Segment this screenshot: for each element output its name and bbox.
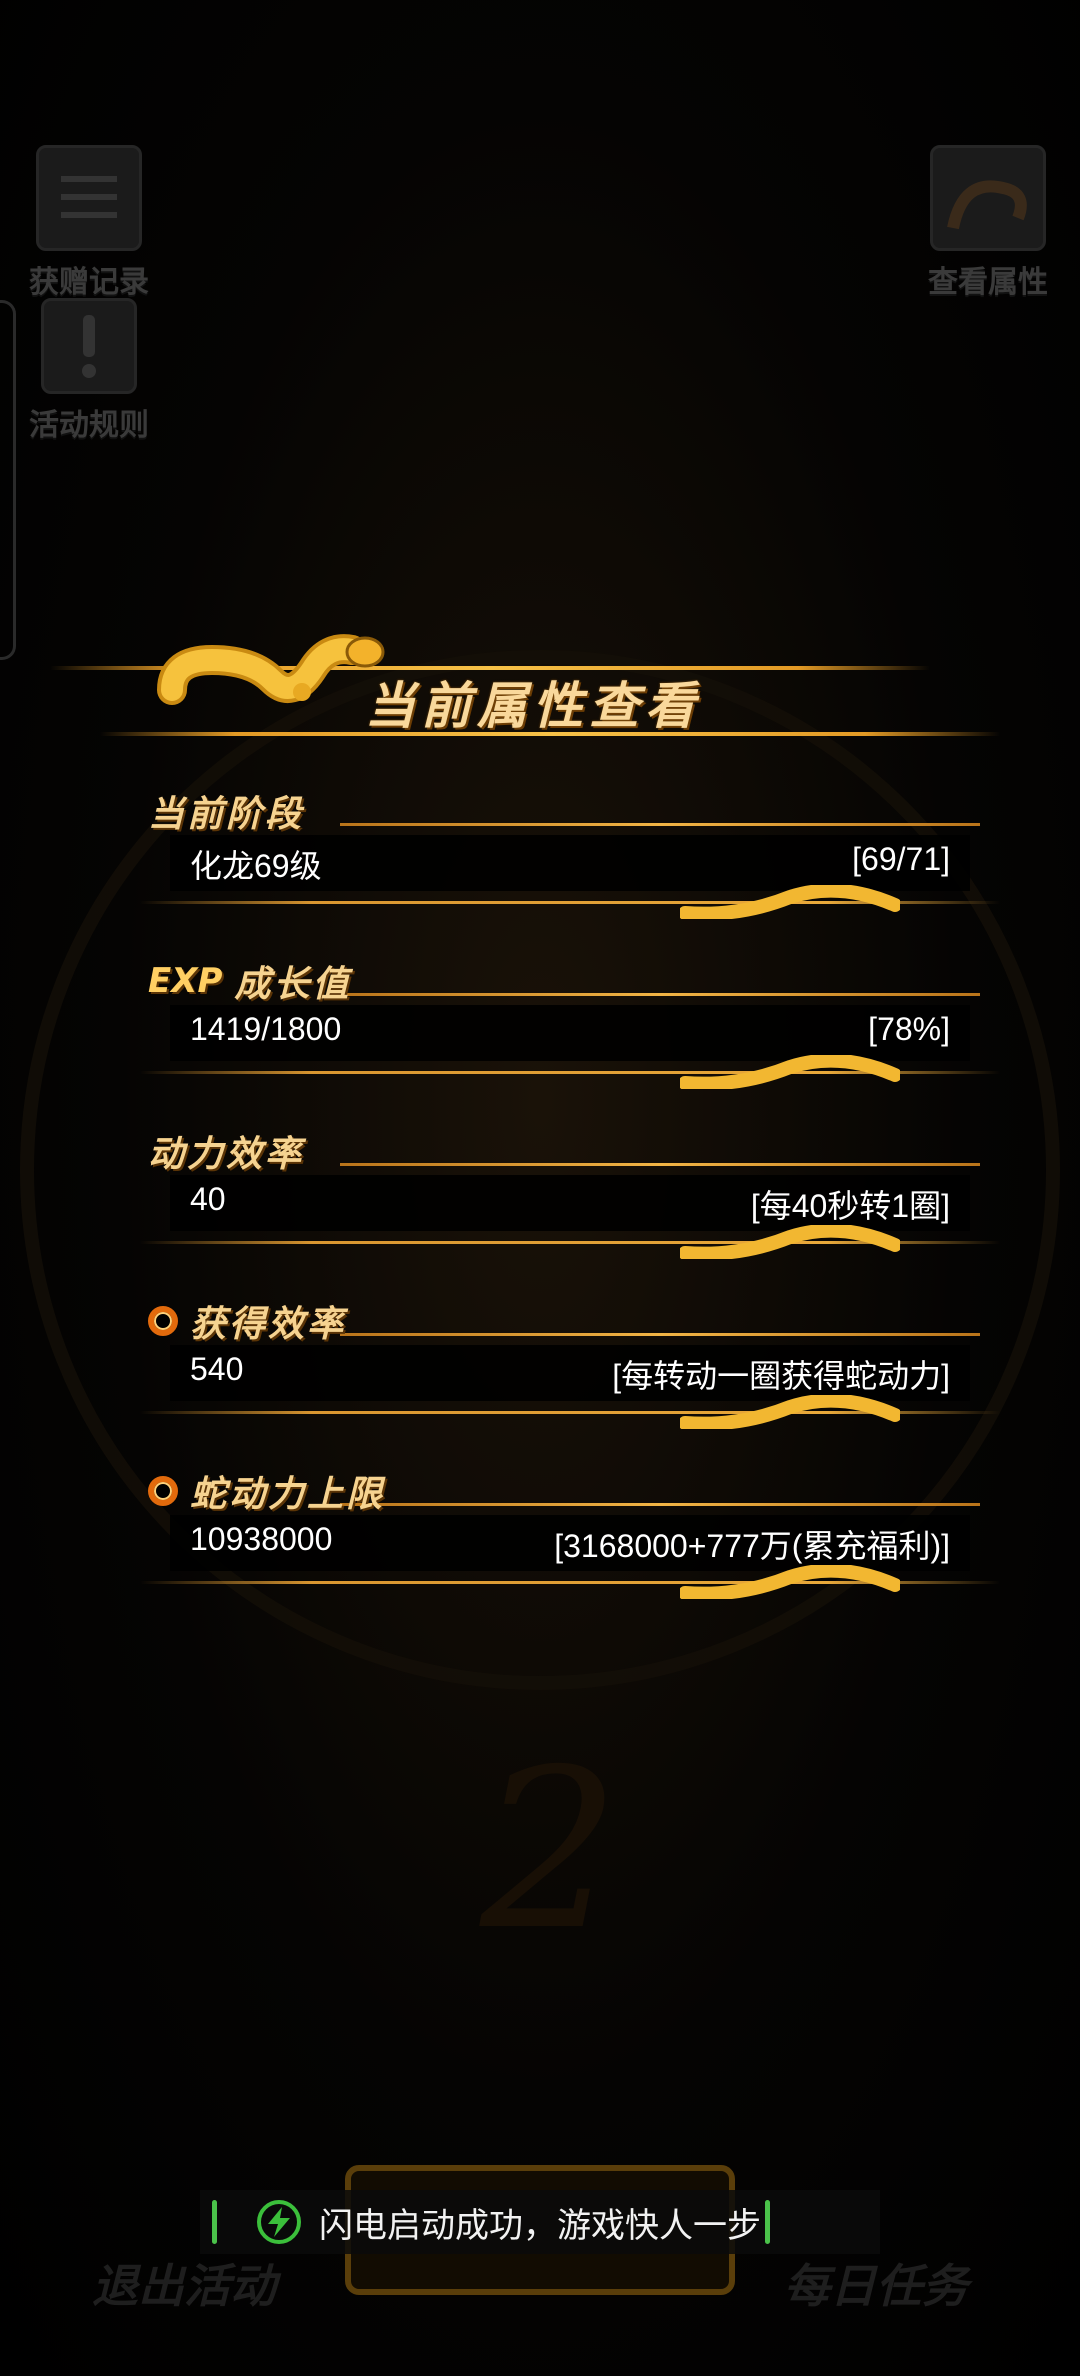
toast-right-bar (765, 2200, 770, 2244)
section-label: 当前阶段 (148, 785, 304, 837)
section-top-line (340, 823, 980, 826)
section-value: 化龙69级 (190, 848, 322, 884)
section-growth-value: EXP 成长值 1419/1800 [78%] (140, 955, 1000, 1105)
daily-tasks-button[interactable]: 每日任务 (784, 2250, 968, 2316)
toast-left-bar (212, 2200, 217, 2244)
attributes-modal: 当前属性查看 当前阶段 化龙69级 [69/71] EXP 成长值 1419/1… (50, 600, 1000, 1660)
section-value: 1419/1800 (190, 1011, 342, 1047)
activity-rules-button[interactable]: 活动规则 (24, 298, 154, 444)
background-logo: 2 (480, 1722, 620, 1978)
section-value: 40 (190, 1181, 226, 1217)
swoosh-icon (680, 1055, 900, 1089)
section-label-text: 获得效率 (190, 1304, 347, 1345)
ring-icon (148, 1306, 178, 1336)
section-value: 540 (190, 1351, 244, 1387)
toast-notification: 闪电启动成功，游戏快人一步 (200, 2190, 880, 2254)
section-note: [78%] (868, 1011, 950, 1047)
section-note: [每转动一圈获得蛇动力] (612, 1358, 950, 1394)
lightning-icon (257, 2200, 301, 2244)
section-label: EXP 成长值 (148, 955, 351, 1007)
snake-icon (930, 145, 1046, 251)
section-note: [69/71] (852, 841, 950, 877)
gift-record-label: 获赠记录 (29, 265, 149, 300)
section-label-text: 动力效率 (148, 1134, 305, 1175)
ring-icon (148, 1476, 178, 1506)
gift-record-button[interactable]: 获赠记录 (24, 145, 154, 301)
swoosh-icon (680, 1225, 900, 1259)
section-label-text: 当前阶段 (148, 794, 305, 835)
section-top-line (340, 1163, 980, 1166)
section-power-efficiency: 动力效率 40 [每40秒转1圈] (140, 1125, 1000, 1275)
swoosh-icon (680, 1565, 900, 1599)
side-drawer-handle[interactable] (0, 300, 16, 660)
section-label: 动力效率 (148, 1125, 304, 1177)
swoosh-icon (680, 885, 900, 919)
section-gain-efficiency: 获得效率 540 [每转动一圈获得蛇动力] (140, 1295, 1000, 1445)
view-attributes-button[interactable]: 查看属性 (918, 145, 1058, 301)
section-note: [每40秒转1圈] (750, 1188, 950, 1224)
view-attributes-label: 查看属性 (928, 265, 1048, 300)
section-top-line (340, 993, 980, 996)
section-current-stage: 当前阶段 化龙69级 [69/71] (140, 785, 1000, 935)
section-power-cap: 蛇动力上限 10938000 [3168000+777万(累充福利)] (140, 1465, 1000, 1615)
exit-activity-button[interactable]: 退出活动 (92, 2250, 276, 2316)
section-label: 蛇动力上限 (148, 1465, 385, 1517)
exit-activity-label: 退出活动 (92, 2259, 276, 2313)
toast-message: 闪电启动成功，游戏快人一步 (319, 2205, 761, 2246)
section-top-line (340, 1333, 980, 1336)
section-label-text: 蛇动力上限 (190, 1474, 386, 1515)
exp-badge-icon: EXP (148, 961, 223, 1001)
daily-tasks-label: 每日任务 (784, 2259, 968, 2313)
section-top-line (340, 1503, 980, 1506)
section-value: 10938000 (190, 1521, 333, 1557)
section-label-text: 成长值 (234, 964, 352, 1005)
section-note: [3168000+777万(累充福利)] (554, 1528, 950, 1564)
activity-rules-label: 活动规则 (29, 408, 149, 443)
modal-title: 当前属性查看 (365, 677, 701, 735)
section-label: 获得效率 (148, 1295, 346, 1347)
list-icon (36, 145, 142, 251)
swoosh-icon (680, 1395, 900, 1429)
exclamation-icon (41, 298, 137, 394)
